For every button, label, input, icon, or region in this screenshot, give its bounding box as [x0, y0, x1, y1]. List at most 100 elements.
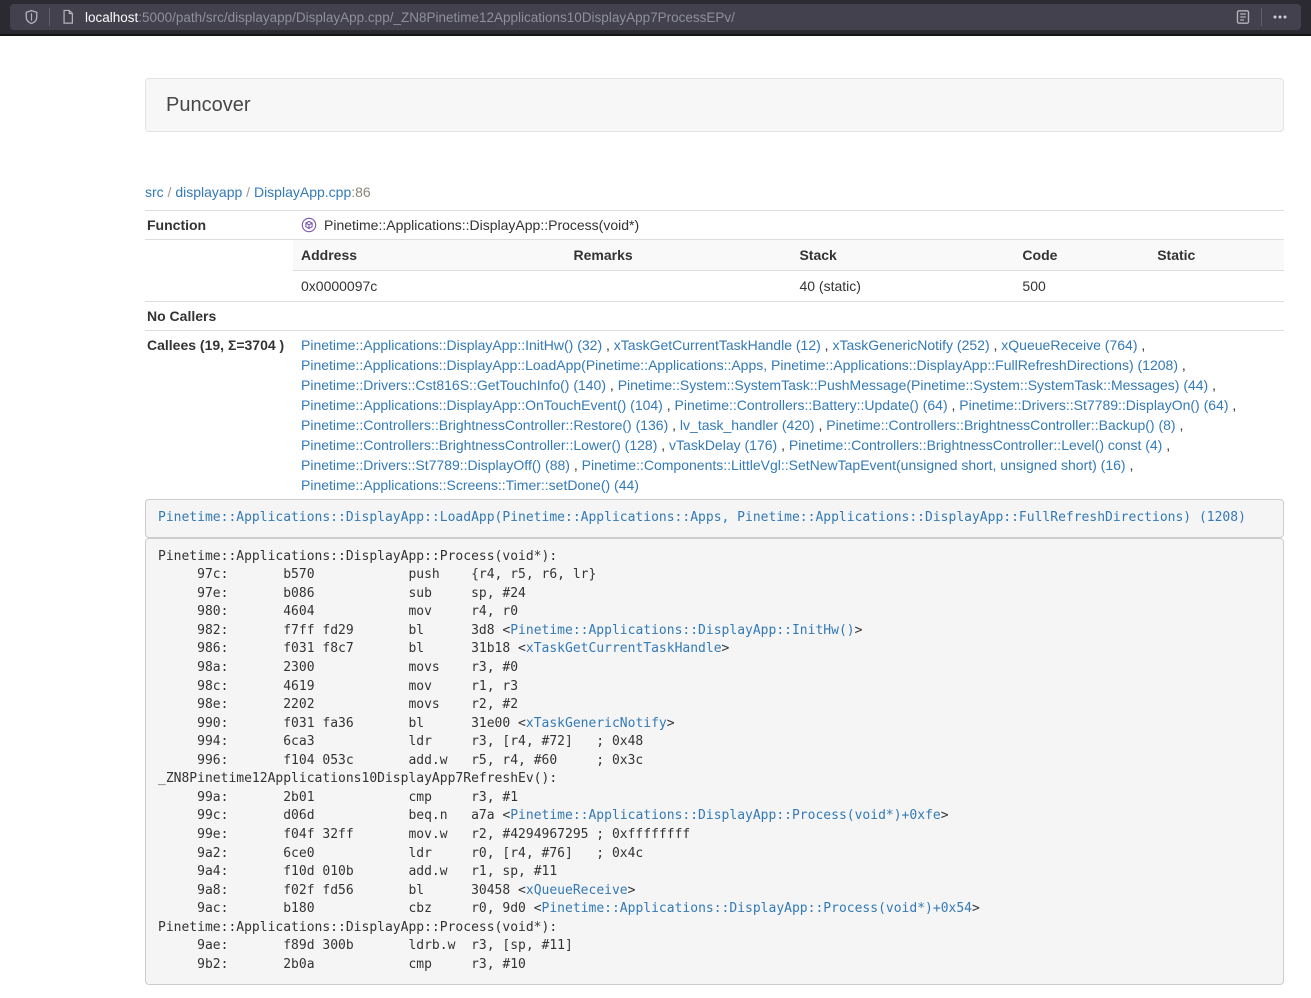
disasm-text: 9a8: f02f fd56 bl 30458 <: [158, 883, 526, 898]
function-symbol-icon: [301, 217, 317, 233]
disasm-text: >: [855, 623, 863, 638]
breadcrumb-separator: /: [164, 184, 176, 200]
callee-separator: ,: [602, 337, 614, 353]
url-bar[interactable]: localhost:5000/path/src/displayapp/Displ…: [10, 4, 1301, 30]
callee-separator: ,: [1126, 457, 1134, 473]
callee-link[interactable]: Pinetime::Controllers::BrightnessControl…: [301, 417, 668, 433]
callee-link[interactable]: Pinetime::Drivers::St7789::DisplayOff() …: [301, 457, 570, 473]
callee-separator: ,: [663, 397, 675, 413]
callee-link[interactable]: xTaskGetCurrentTaskHandle (12): [614, 337, 821, 353]
callee-separator: ,: [777, 437, 789, 453]
callee-link[interactable]: Pinetime::Controllers::Battery::Update()…: [675, 397, 948, 413]
snippet-block: Pinetime::Applications::DisplayApp::Load…: [145, 499, 1284, 538]
callee-link[interactable]: Pinetime::Applications::DisplayApp::Init…: [301, 337, 602, 353]
disasm-text: 986: f031 f8c7 bl 31b18 <: [158, 641, 526, 656]
stats-value-cell: 500: [1014, 271, 1149, 302]
callee-link[interactable]: Pinetime::Drivers::Cst816S::GetTouchInfo…: [301, 377, 606, 393]
callee-separator: ,: [1176, 417, 1184, 433]
disasm-text: Pinetime::Applications::DisplayApp::Proc…: [158, 920, 557, 935]
disasm-text: 98c: 4619 mov r1, r3: [158, 679, 518, 694]
disasm-text: 9a2: 6ce0 ldr r0, [r4, #76] ; 0x4c: [158, 846, 643, 861]
callee-separator: ,: [657, 437, 669, 453]
disasm-link[interactable]: xQueueReceive: [526, 883, 628, 898]
callee-link[interactable]: Pinetime::Applications::DisplayApp::OnTo…: [301, 397, 663, 413]
callee-link[interactable]: vTaskDelay (176): [669, 437, 777, 453]
disasm-text: 98a: 2300 movs r3, #0: [158, 660, 518, 675]
callee-link[interactable]: Pinetime::Controllers::BrightnessControl…: [789, 437, 1162, 453]
callee-link[interactable]: Pinetime::System::SystemTask::PushMessag…: [618, 377, 1209, 393]
stats-header-cell: Remarks: [566, 240, 792, 271]
disasm-text: >: [972, 901, 980, 916]
disasm-text: >: [628, 883, 636, 898]
url-path: :5000/path/src/displayapp/DisplayApp.cpp…: [138, 10, 735, 25]
disasm-text: >: [941, 808, 949, 823]
breadcrumb-link[interactable]: src: [145, 184, 164, 200]
shield-icon[interactable]: [20, 6, 42, 28]
disasm-link[interactable]: xTaskGenericNotify: [526, 716, 667, 731]
function-row-label: Function: [145, 211, 293, 240]
page-icon: [57, 6, 79, 28]
callee-separator: ,: [606, 377, 618, 393]
disassembly-block: Pinetime::Applications::DisplayApp::Proc…: [145, 538, 1284, 985]
stats-value-cell: 40 (static): [791, 271, 1014, 302]
breadcrumb-link[interactable]: displayapp: [175, 184, 242, 200]
stats-table: AddressRemarksStackCodeStatic 0x0000097c…: [293, 240, 1284, 301]
disasm-text: 982: f7ff fd29 bl 3d8 <: [158, 623, 510, 638]
disasm-text: 9ae: f89d 300b ldrb.w r3, [sp, #11]: [158, 938, 573, 953]
stats-header-cell: Stack: [791, 240, 1014, 271]
symbol-table: Function Pinetime::Applications::Display…: [145, 210, 1284, 499]
callee-separator: ,: [1229, 397, 1237, 413]
callee-separator: ,: [1137, 337, 1145, 353]
stats-header-cell: Address: [293, 240, 566, 271]
brand-panel: Puncover: [145, 78, 1284, 132]
stats-value-row: 0x0000097c40 (static)500: [293, 271, 1284, 302]
callees-label: Callees (19, Σ=3704 ): [145, 331, 293, 500]
callee-link[interactable]: Pinetime::Applications::Screens::Timer::…: [301, 477, 639, 493]
callee-link[interactable]: xTaskGenericNotify (252): [832, 337, 989, 353]
disasm-text: 97e: b086 sub sp, #24: [158, 586, 526, 601]
menu-ellipsis-icon[interactable]: [1269, 6, 1291, 28]
url-text[interactable]: localhost:5000/path/src/displayapp/Displ…: [85, 10, 1232, 25]
disasm-text: 990: f031 fa36 bl 31e00 <: [158, 716, 526, 731]
snippet-link[interactable]: Pinetime::Applications::DisplayApp::Load…: [158, 510, 1246, 525]
disasm-text: 9a4: f10d 010b add.w r1, sp, #11: [158, 864, 557, 879]
no-callers-row: No Callers: [145, 302, 1284, 331]
callee-separator: ,: [990, 337, 1002, 353]
disasm-text: 97c: b570 push {r4, r5, r6, lr}: [158, 567, 596, 582]
callee-link[interactable]: Pinetime::Drivers::St7789::DisplayOn() (…: [959, 397, 1228, 413]
callee-link[interactable]: Pinetime::Components::LittleVgl::SetNewT…: [582, 457, 1126, 473]
no-callers-label: No Callers: [145, 302, 293, 331]
callee-link[interactable]: Pinetime::Applications::DisplayApp::Load…: [301, 357, 1178, 373]
callees-list: Pinetime::Applications::DisplayApp::Init…: [293, 331, 1284, 500]
page-container: Puncover src / displayapp / DisplayApp.c…: [145, 78, 1284, 985]
callee-link[interactable]: lv_task_handler (420): [680, 417, 815, 433]
urlbar-divider-right: [1261, 8, 1262, 26]
disasm-link[interactable]: Pinetime::Applications::DisplayApp::Init…: [510, 623, 854, 638]
disasm-link[interactable]: Pinetime::Applications::DisplayApp::Proc…: [510, 808, 940, 823]
callee-separator: ,: [1178, 357, 1186, 373]
disasm-text: 99e: f04f 32ff mov.w r2, #4294967295 ; 0…: [158, 827, 690, 842]
stats-value-cell: [566, 271, 792, 302]
reader-view-icon[interactable]: [1232, 6, 1254, 28]
disasm-text: 99c: d06d beq.n a7a <: [158, 808, 510, 823]
disasm-link[interactable]: Pinetime::Applications::DisplayApp::Proc…: [542, 901, 972, 916]
callee-separator: ,: [1208, 377, 1216, 393]
disasm-text: 9b2: 2b0a cmp r3, #10: [158, 957, 526, 972]
callee-link[interactable]: xQueueReceive (764): [1001, 337, 1137, 353]
urlbar-divider: [49, 8, 50, 26]
page-title: Puncover: [166, 92, 1263, 118]
disasm-text: 996: f104 053c add.w r5, r4, #60 ; 0x3c: [158, 753, 643, 768]
stats-value-cell: [1149, 271, 1284, 302]
callee-separator: ,: [815, 417, 827, 433]
disasm-text: 994: 6ca3 ldr r3, [r4, #72] ; 0x48: [158, 734, 643, 749]
callee-link[interactable]: Pinetime::Controllers::BrightnessControl…: [826, 417, 1175, 433]
disasm-text: 99a: 2b01 cmp r3, #1: [158, 790, 518, 805]
disasm-text: 980: 4604 mov r4, r0: [158, 604, 518, 619]
stats-row: AddressRemarksStackCodeStatic 0x0000097c…: [145, 240, 1284, 302]
breadcrumb-link[interactable]: DisplayApp.cpp: [254, 184, 351, 200]
disasm-text: _ZN8Pinetime12Applications10DisplayApp7R…: [158, 771, 557, 786]
callee-link[interactable]: Pinetime::Controllers::BrightnessControl…: [301, 437, 657, 453]
disasm-text: Pinetime::Applications::DisplayApp::Proc…: [158, 549, 557, 564]
disasm-text: >: [722, 641, 730, 656]
disasm-link[interactable]: xTaskGetCurrentTaskHandle: [526, 641, 722, 656]
